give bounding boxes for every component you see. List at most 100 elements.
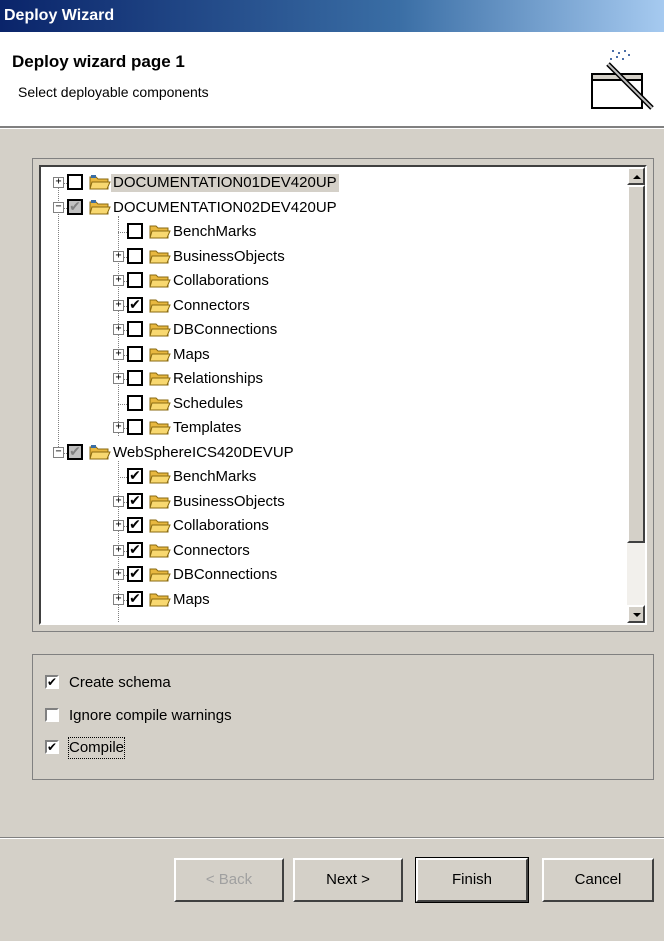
folder-icon: [149, 225, 171, 239]
tree-checkbox[interactable]: ✔: [127, 590, 143, 607]
expand-icon[interactable]: +: [113, 373, 124, 384]
collapse-icon[interactable]: −: [53, 201, 64, 213]
tree-row[interactable]: + ✔ Connectors: [41, 294, 627, 318]
window-title: Deploy Wizard: [0, 0, 664, 32]
tree-checkbox[interactable]: [127, 321, 143, 337]
tree-item-label: Collaborations: [173, 517, 269, 534]
folder-icon: [149, 421, 171, 435]
options-group: ✔ Create schema Ignore compile warnings …: [32, 654, 654, 780]
folder-icon: [149, 593, 171, 606]
tree-item-label: BenchMarks: [173, 223, 257, 240]
tree-row[interactable]: Schedules: [41, 392, 627, 416]
folder-icon: [89, 175, 111, 190]
tree-checkbox[interactable]: [127, 394, 143, 411]
scroll-thumb[interactable]: [627, 185, 645, 543]
tree-checkbox[interactable]: ✔: [127, 517, 143, 533]
folder-icon: [149, 519, 171, 533]
expand-icon[interactable]: +: [113, 422, 124, 433]
tree-row[interactable]: + ✔ Maps: [41, 588, 627, 612]
footer-separator: [0, 837, 664, 839]
expand-icon[interactable]: +: [113, 544, 124, 556]
tree-vertical-scrollbar[interactable]: [627, 167, 645, 623]
back-button[interactable]: < Back: [174, 858, 284, 902]
expand-icon[interactable]: +: [113, 250, 124, 262]
tree-branch-line: [118, 403, 127, 405]
tree-checkbox[interactable]: [127, 419, 143, 435]
tree-item-label: BusinessObjects: [173, 492, 285, 510]
expand-icon[interactable]: +: [113, 275, 124, 286]
tree-row[interactable]: + ✔ Connectors: [41, 539, 627, 563]
tree-row[interactable]: − ✔ WebSphereICS420DEVUP: [41, 441, 627, 465]
header-separator: [0, 127, 664, 129]
tree-checkbox[interactable]: ✔: [127, 468, 143, 484]
create-schema-label: Create schema: [69, 674, 171, 691]
expand-icon[interactable]: +: [113, 520, 124, 531]
page-subtitle: Select deployable components: [18, 84, 209, 100]
tree-checkbox[interactable]: ✔: [67, 443, 83, 460]
collapse-icon[interactable]: −: [53, 446, 64, 458]
ignore-compile-warnings-label: Ignore compile warnings: [69, 707, 232, 724]
tree-item-label: Connectors: [173, 296, 250, 314]
expand-icon[interactable]: +: [113, 348, 124, 360]
tree-item-label: BenchMarks: [173, 468, 257, 485]
tree-checkbox[interactable]: ✔: [127, 566, 143, 582]
tree-checkbox[interactable]: [127, 345, 143, 362]
tree-row[interactable]: BenchMarks: [41, 220, 627, 244]
tree-checkbox[interactable]: ✔: [127, 541, 143, 558]
tree-checkbox[interactable]: [127, 272, 143, 288]
expand-icon[interactable]: +: [113, 324, 124, 335]
tree-item-label: WebSphereICS420DEVUP: [113, 443, 294, 461]
tree-row[interactable]: + DBConnections: [41, 318, 627, 342]
tree-row[interactable]: − ✔ DOCUMENTATION02DEV420UP: [41, 196, 627, 220]
folder-icon: [149, 250, 171, 263]
scroll-down-button[interactable]: [627, 605, 645, 623]
folder-icon: [149, 274, 171, 288]
expand-icon[interactable]: +: [113, 569, 124, 580]
folder-icon: [149, 397, 171, 410]
expand-icon[interactable]: +: [113, 593, 124, 605]
tree-checkbox[interactable]: [127, 247, 143, 264]
tree-item-label: Maps: [173, 590, 210, 608]
tree-checkbox[interactable]: [67, 174, 83, 190]
tree-row[interactable]: ✔ BenchMarks: [41, 465, 627, 489]
tree-item-label: DOCUMENTATION01DEV420UP: [111, 174, 339, 192]
arrow-up-icon: [633, 175, 641, 179]
tree-checkbox[interactable]: ✔: [127, 492, 143, 509]
compile-checkmark[interactable]: ✔: [45, 740, 59, 754]
tree-row[interactable]: + ✔ Collaborations: [41, 514, 627, 538]
ignore-warnings-checkmark[interactable]: [45, 708, 59, 722]
tree-row[interactable]: + Templates: [41, 416, 627, 440]
tree-row[interactable]: + Maps: [41, 343, 627, 367]
expand-icon[interactable]: +: [53, 177, 64, 188]
expand-icon[interactable]: +: [113, 299, 124, 311]
tree-checkbox[interactable]: [127, 370, 143, 386]
tree-checkbox[interactable]: [127, 223, 143, 239]
tree-item-label: DOCUMENTATION02DEV420UP: [113, 198, 337, 216]
tree-row[interactable]: + Relationships: [41, 367, 627, 391]
scroll-up-button[interactable]: [627, 167, 645, 185]
component-tree[interactable]: + DOCUMENTATION01DEV420UP − ✔ DOCUMENTATION0…: [39, 165, 647, 625]
folder-icon: [149, 299, 171, 312]
folder-icon: [149, 348, 171, 361]
tree-checkbox[interactable]: ✔: [127, 296, 143, 313]
create-schema-checkmark[interactable]: ✔: [45, 675, 59, 689]
tree-rows: + DOCUMENTATION01DEV420UP − ✔ DOCUMENTATION0…: [41, 167, 627, 623]
finish-button[interactable]: Finish: [415, 857, 529, 903]
folder-icon: [149, 323, 171, 337]
tree-row[interactable]: + ✔ BusinessObjects: [41, 490, 627, 514]
tree-row[interactable]: + DOCUMENTATION01DEV420UP: [41, 171, 627, 195]
tree-checkbox[interactable]: ✔: [67, 198, 83, 215]
tree-item-label: Schedules: [173, 394, 244, 412]
tree-item-label: Templates: [173, 419, 242, 436]
tree-item-label: Connectors: [173, 541, 250, 559]
tree-row[interactable]: + ✔ DBConnections: [41, 563, 627, 587]
tree-branch-line: [118, 477, 127, 478]
tree-row[interactable]: + BusinessObjects: [41, 245, 627, 269]
wizard-header: Deploy wizard page 1 Select deployable c…: [0, 32, 664, 127]
component-tree-group: + DOCUMENTATION01DEV420UP − ✔ DOCUMENTATION0…: [32, 158, 654, 632]
next-button[interactable]: Next >: [293, 858, 403, 902]
tree-row[interactable]: + Collaborations: [41, 269, 627, 293]
cancel-button[interactable]: Cancel: [542, 858, 654, 902]
folder-icon: [89, 199, 111, 214]
expand-icon[interactable]: +: [113, 495, 124, 507]
